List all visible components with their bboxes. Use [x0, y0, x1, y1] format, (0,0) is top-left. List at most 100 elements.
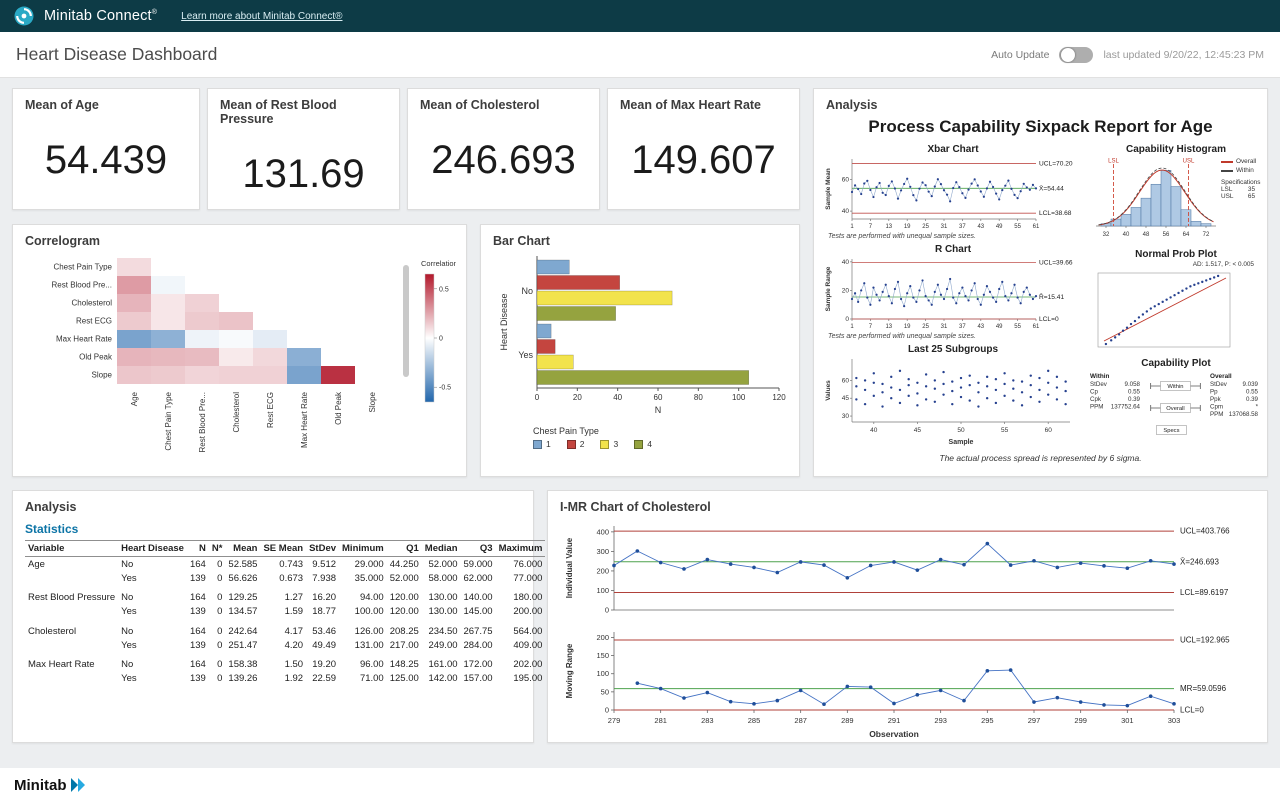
svg-text:*: *: [1256, 404, 1259, 411]
svg-text:Cpm: Cpm: [1210, 404, 1223, 411]
svg-text:Slope: Slope: [368, 391, 377, 412]
svg-text:25: 25: [922, 324, 929, 330]
svg-text:Values: Values: [825, 380, 832, 401]
scrollbar[interactable]: [403, 265, 409, 377]
bar-chart-legend: Chest Pain Type1234: [533, 426, 799, 449]
svg-text:120: 120: [772, 393, 786, 402]
svg-text:48: 48: [1143, 232, 1150, 238]
kpi-value: 131.69: [208, 152, 399, 197]
svg-text:Ppk: Ppk: [1210, 396, 1222, 403]
svg-text:64: 64: [1183, 232, 1190, 238]
svg-text:56: 56: [1163, 232, 1170, 238]
auto-update-toggle[interactable]: [1059, 47, 1093, 63]
logo-swirl-icon: [14, 6, 34, 26]
svg-text:293: 293: [934, 716, 947, 725]
svg-text:Observation: Observation: [869, 729, 919, 739]
svg-text:Sample Range: Sample Range: [825, 266, 832, 311]
svg-text:150: 150: [596, 651, 609, 660]
kpi-title: Mean of Rest Blood Pressure: [208, 89, 399, 126]
svg-text:43: 43: [977, 224, 984, 230]
svg-text:Chest Pain Type: Chest Pain Type: [164, 391, 173, 450]
svg-text:0.5: 0.5: [439, 286, 449, 293]
last25-subgroups-chart: 3045604045505560SampleValues: [822, 356, 1084, 448]
histogram-legend: OverallWithinSpecificationsLSL35USL65: [1221, 158, 1263, 200]
sixpack-footnote: The actual process spread is represented…: [814, 453, 1267, 463]
svg-text:291: 291: [888, 716, 901, 725]
svg-text:0: 0: [605, 706, 609, 715]
svg-text:297: 297: [1028, 716, 1041, 725]
page-title: Heart Disease Dashboard: [16, 44, 991, 65]
sixpack-report-title: Process Capability Sixpack Report for Ag…: [814, 117, 1267, 137]
footer-minitab-logo[interactable]: Minitab: [14, 777, 67, 794]
svg-text:43: 43: [977, 324, 984, 330]
svg-text:Old Peak: Old Peak: [79, 353, 113, 362]
imr-chart: 0100200300400UCL=403.766X̄=246.693LCL=89…: [556, 518, 1253, 740]
svg-text:283: 283: [701, 716, 714, 725]
svg-text:No: No: [521, 286, 533, 296]
svg-text:Pp: Pp: [1210, 389, 1218, 396]
normal-prob-plot-title: Normal Prob Plot: [1088, 248, 1264, 261]
svg-text:61: 61: [1033, 224, 1040, 230]
svg-text:-0.5: -0.5: [439, 385, 451, 392]
statistics-section-title: Statistics: [25, 522, 533, 536]
kpi-value: 149.607: [608, 138, 799, 183]
svg-text:31: 31: [941, 324, 948, 330]
svg-text:137752.64: 137752.64: [1111, 404, 1141, 411]
svg-text:49: 49: [996, 224, 1003, 230]
heart-disease-bar-chart: 0 20 40 60 80 100 120 N Heart Disease No Yes: [493, 250, 789, 422]
xbar-chart-title: Xbar Chart: [822, 143, 1084, 156]
svg-text:0: 0: [845, 316, 849, 323]
svg-text:31: 31: [941, 224, 948, 230]
svg-text:303: 303: [1168, 716, 1181, 725]
svg-text:Within: Within: [1090, 373, 1110, 380]
capability-plot-title: Capability Plot: [1088, 357, 1264, 370]
learn-more-link[interactable]: Learn more about Minitab Connect®: [181, 11, 342, 22]
svg-text:72: 72: [1203, 232, 1210, 238]
svg-text:45: 45: [914, 427, 922, 434]
table-row: Yes1390134.571.5918.77100.00120.00130.00…: [25, 605, 545, 619]
svg-text:13: 13: [885, 324, 892, 330]
svg-text:0: 0: [535, 393, 540, 402]
minitab-connect-logo[interactable]: [14, 6, 34, 26]
bar-chart-panel: Bar Chart 020406080100120NHeart DiseaseN…: [480, 224, 800, 477]
svg-text:LCL=38.68: LCL=38.68: [1039, 210, 1072, 217]
svg-text:PPM: PPM: [1090, 404, 1103, 411]
kpi-card-mean-of-max-heart-rate: Mean of Max Heart Rate 149.607: [607, 88, 800, 210]
table-row: Max Heart RateNo1640158.381.5019.2096.00…: [25, 652, 545, 672]
svg-text:LCL=89.6197: LCL=89.6197: [1180, 588, 1229, 597]
svg-text:30: 30: [842, 413, 850, 420]
svg-text:100: 100: [732, 393, 746, 402]
svg-text:0.39: 0.39: [1128, 396, 1141, 403]
toggle-knob: [1061, 48, 1075, 62]
svg-text:40: 40: [613, 393, 622, 402]
svg-text:301: 301: [1121, 716, 1134, 725]
svg-text:N: N: [655, 405, 662, 415]
kpi-value: 54.439: [13, 138, 199, 183]
svg-text:60: 60: [842, 177, 850, 184]
svg-text:Cholesterol: Cholesterol: [232, 392, 241, 433]
page-footer: Minitab: [0, 768, 1280, 802]
svg-text:289: 289: [841, 716, 854, 725]
svg-text:100: 100: [596, 669, 609, 678]
svg-text:0.55: 0.55: [1128, 389, 1141, 396]
svg-text:Heart Disease: Heart Disease: [499, 293, 509, 350]
dashboard-canvas: Mean of Age 54.439 Mean of Rest Blood Pr…: [0, 77, 1280, 768]
table-row: Yes1390251.474.2049.49131.00217.00249.00…: [25, 638, 545, 652]
svg-text:X̄=246.693: X̄=246.693: [1180, 557, 1219, 566]
xbar-note: Tests are performed with unequal sample …: [822, 232, 1084, 243]
svg-text:0.55: 0.55: [1246, 389, 1259, 396]
svg-text:20: 20: [573, 393, 582, 402]
svg-text:9.058: 9.058: [1125, 381, 1141, 388]
last25-title: Last 25 Subgroups: [822, 343, 1084, 356]
svg-text:Yes: Yes: [518, 350, 533, 360]
svg-text:100: 100: [596, 586, 609, 595]
panel-title: Analysis: [814, 89, 1267, 112]
svg-text:19: 19: [904, 324, 911, 330]
svg-text:60: 60: [654, 393, 663, 402]
svg-text:45: 45: [842, 395, 850, 402]
svg-text:299: 299: [1074, 716, 1087, 725]
auto-update-label: Auto Update: [991, 49, 1049, 61]
svg-text:80: 80: [694, 393, 703, 402]
statistics-analysis-panel: Analysis Statistics VariableHeart Diseas…: [12, 490, 534, 743]
svg-text:Sample Mean: Sample Mean: [825, 168, 832, 210]
